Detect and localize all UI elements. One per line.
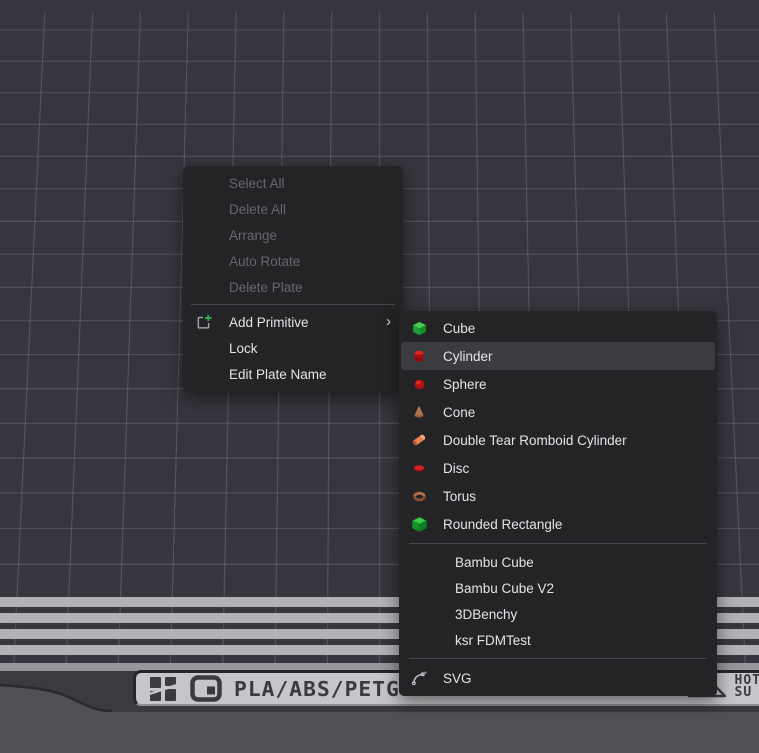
submenu-item-cylinder[interactable]: Cylinder (401, 342, 715, 370)
submenu-item-label: Double Tear Romboid Cylinder (443, 433, 627, 448)
add-primitive-icon (195, 313, 213, 331)
plate-corner-notch (0, 671, 150, 753)
menu-item-auto-rotate: Auto Rotate (183, 248, 403, 274)
menu-item-label: Lock (229, 341, 258, 356)
submenu-item-label: Cylinder (443, 349, 493, 364)
plate-type-icon (190, 675, 222, 702)
hot-surface-warning-text: HOT SU (735, 675, 759, 699)
submenu-item-disc[interactable]: Disc (399, 454, 717, 482)
menu-item-add-primitive[interactable]: Add Primitive › (183, 309, 403, 335)
submenu-item-label: Cube (443, 321, 475, 336)
menu-item-label: Delete Plate (229, 280, 303, 295)
menu-item-arrange: Arrange (183, 222, 403, 248)
menu-item-label: Edit Plate Name (229, 367, 327, 382)
submenu-item-3dbenchy[interactable]: 3DBenchy (399, 601, 717, 627)
submenu-item-label: Bambu Cube (455, 555, 534, 570)
submenu-item-label: Torus (443, 489, 476, 504)
submenu-item-label: SVG (443, 671, 472, 686)
hot-text-line2: SU (735, 687, 759, 699)
submenu-item-bambu-cube[interactable]: Bambu Cube (399, 549, 717, 575)
submenu-item-label: Sphere (443, 377, 487, 392)
submenu-separator (409, 658, 707, 659)
submenu-item-rounded-rectangle[interactable]: Rounded Rectangle (399, 510, 717, 538)
menu-item-label: Auto Rotate (229, 254, 300, 269)
menu-item-label: Arrange (229, 228, 277, 243)
torus-icon (411, 488, 427, 504)
menu-item-edit-plate-name[interactable]: Edit Plate Name (183, 361, 403, 387)
submenu-item-sphere[interactable]: Sphere (399, 370, 717, 398)
menu-item-lock[interactable]: Lock (183, 335, 403, 361)
disc-icon (411, 460, 427, 476)
submenu-item-label: Rounded Rectangle (443, 517, 562, 532)
romboid-cylinder-icon (411, 432, 427, 448)
bambu-logo-icon (148, 676, 178, 702)
menu-item-label: Delete All (229, 202, 286, 217)
menu-item-label: Select All (229, 176, 285, 191)
submenu-arrow-icon: › (386, 314, 391, 329)
menu-item-delete-plate: Delete Plate (183, 274, 403, 300)
submenu-separator (409, 543, 707, 544)
submenu-item-cone[interactable]: Cone (399, 398, 717, 426)
submenu-item-label: Disc (443, 461, 469, 476)
submenu-item-label: 3DBenchy (455, 607, 517, 622)
sphere-icon (411, 376, 427, 392)
submenu-item-torus[interactable]: Torus (399, 482, 717, 510)
menu-separator (191, 304, 395, 305)
cone-icon (411, 404, 427, 420)
menu-item-label: Add Primitive (229, 315, 309, 330)
menu-item-delete-all: Delete All (183, 196, 403, 222)
plate-name-label: PLA/ABS/PETG (234, 677, 400, 701)
rounded-rectangle-icon (411, 516, 427, 532)
submenu-item-ksr-fdmtest[interactable]: ksr FDMTest (399, 627, 717, 653)
bezier-curve-icon (411, 670, 427, 686)
add-primitive-submenu: Cube Cylinder Sphere (399, 311, 717, 696)
plate-context-menu: Select All Delete All Arrange Auto Rotat… (183, 166, 403, 392)
cube-icon (411, 320, 427, 336)
viewport-3d: PLA/ABS/PETG HOT SU Select All Delete Al… (0, 0, 759, 753)
cylinder-icon (411, 348, 427, 364)
submenu-item-label: Cone (443, 405, 475, 420)
submenu-item-cube[interactable]: Cube (399, 314, 717, 342)
submenu-item-double-tear-romboid-cylinder[interactable]: Double Tear Romboid Cylinder (399, 426, 717, 454)
submenu-item-label: ksr FDMTest (455, 633, 531, 648)
submenu-item-label: Bambu Cube V2 (455, 581, 554, 596)
submenu-item-svg[interactable]: SVG (399, 664, 717, 692)
submenu-item-bambu-cube-v2[interactable]: Bambu Cube V2 (399, 575, 717, 601)
menu-item-select-all: Select All (183, 170, 403, 196)
